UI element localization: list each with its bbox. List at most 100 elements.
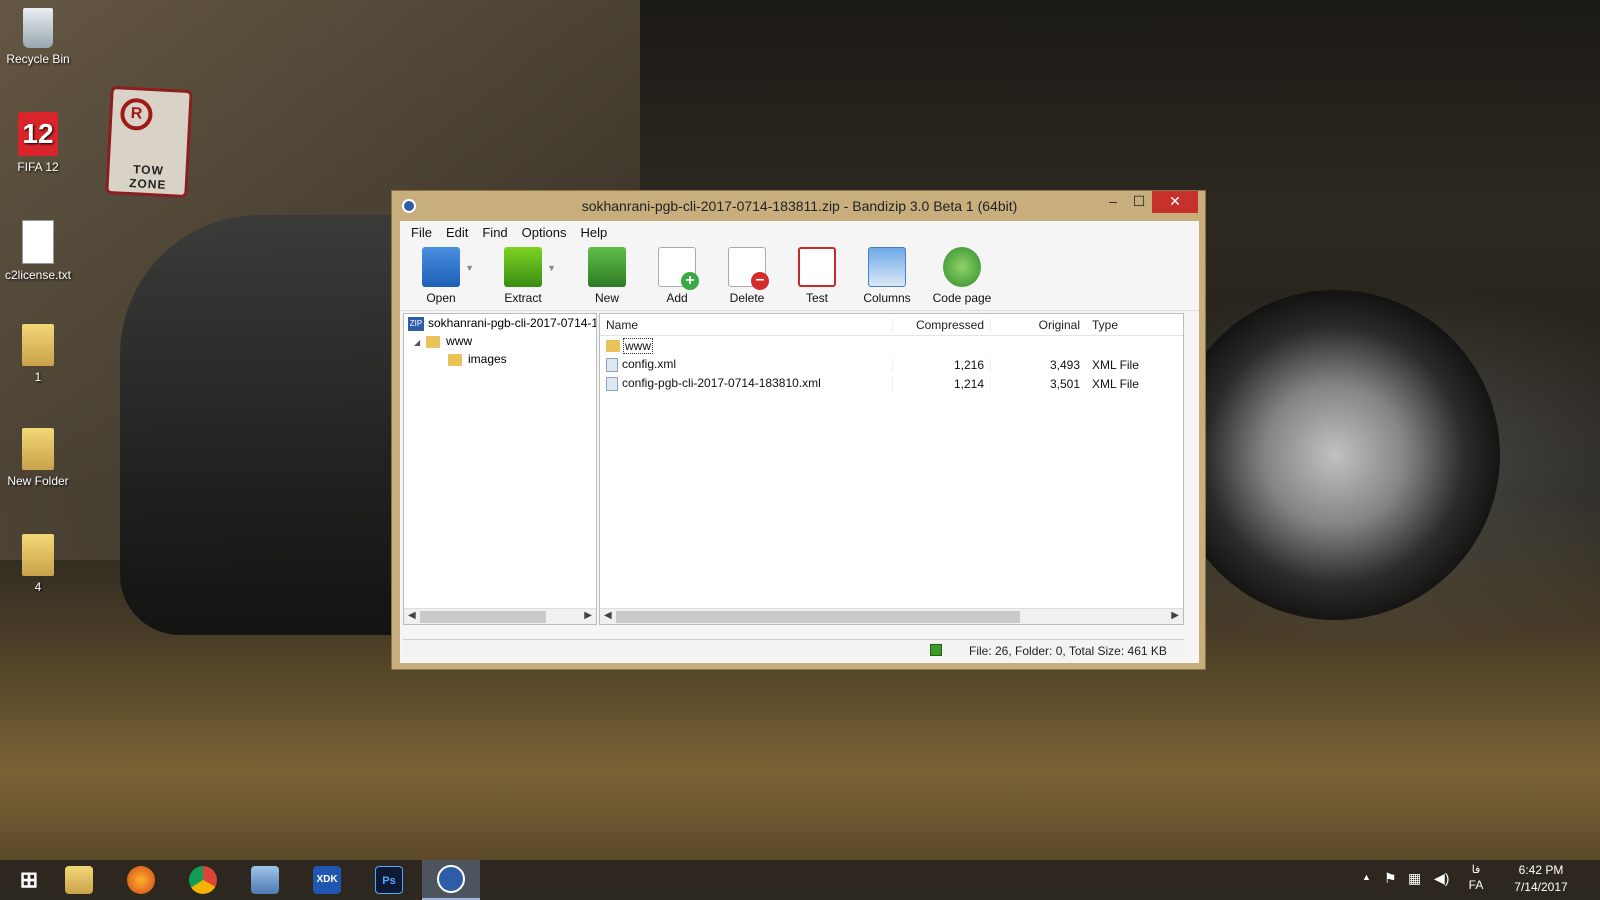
- column-header-compressed[interactable]: Compressed: [892, 317, 990, 332]
- columns-button[interactable]: Columns: [852, 245, 922, 305]
- title-bar[interactable]: sokhanrani-pgb-cli-2017-0714-183811.zip …: [392, 191, 1205, 223]
- menu-help[interactable]: Help: [573, 225, 614, 240]
- open-icon: ▼: [422, 247, 474, 287]
- tree-item-www[interactable]: ◢ www: [404, 332, 596, 350]
- tree-item-images[interactable]: images: [404, 350, 596, 368]
- desktop-icon-label: 1: [34, 370, 42, 384]
- tree-item-label: www: [446, 334, 473, 348]
- language-code: FA: [1468, 878, 1484, 892]
- taskbar-control-panel[interactable]: [236, 860, 294, 900]
- desktop-icon-fifa12[interactable]: 12 FIFA 12: [4, 112, 72, 174]
- column-header-name[interactable]: Name: [600, 318, 892, 332]
- code-page-button[interactable]: Code page: [922, 245, 1002, 305]
- taskbar: ⊞ XDK Ps ▲ ⚑ ▦ ◀) فا FA 6:42 PM 7/14/201…: [0, 860, 1600, 900]
- photoshop-icon: Ps: [375, 866, 403, 894]
- delete-button[interactable]: Delete: [712, 245, 782, 305]
- list-horizontal-scrollbar[interactable]: ◀ ▶: [600, 608, 1183, 624]
- file-compressed: 1,214: [892, 376, 990, 391]
- desktop-icon-label: Recycle Bin: [6, 52, 70, 66]
- toolbar-label: Open: [426, 291, 456, 305]
- list-header: Name Compressed Original Type: [600, 314, 1183, 336]
- new-archive-icon: [588, 247, 626, 287]
- taskbar-bandizip[interactable]: [422, 860, 480, 900]
- menu-bar: File Edit Find Options Help: [400, 221, 1199, 243]
- scroll-right-arrow-icon[interactable]: ▶: [584, 610, 592, 621]
- system-tray: ▲ ⚑ ▦ ◀) فا FA 6:42 PM 7/14/2017: [1360, 860, 1600, 900]
- tree-horizontal-scrollbar[interactable]: ◀ ▶: [404, 608, 596, 624]
- desktop-icon-new-folder[interactable]: New Folder: [4, 428, 72, 488]
- language-indicator[interactable]: فا FA: [1464, 863, 1488, 892]
- taskbar-file-explorer[interactable]: [50, 860, 108, 900]
- intel-xdk-icon: XDK: [313, 866, 341, 894]
- taskbar-photoshop[interactable]: Ps: [360, 860, 418, 900]
- dropdown-caret-icon[interactable]: ▼: [465, 263, 474, 273]
- status-bar: File: 26, Folder: 0, Total Size: 461 KB: [403, 639, 1184, 661]
- network-icon[interactable]: ▦: [1408, 870, 1421, 887]
- bandizip-window: sokhanrani-pgb-cli-2017-0714-183811.zip …: [391, 190, 1206, 670]
- volume-icon[interactable]: ◀): [1434, 870, 1449, 887]
- file-compressed: 1,216: [892, 357, 990, 372]
- add-button[interactable]: Add: [642, 245, 712, 305]
- new-button[interactable]: New: [572, 245, 642, 305]
- taskbar-chrome[interactable]: [174, 860, 232, 900]
- open-button[interactable]: ▼ Open: [406, 245, 476, 305]
- toolbar-label: Code page: [932, 291, 992, 305]
- bandizip-icon: [437, 865, 465, 893]
- tree-expander-icon[interactable]: ◢: [414, 338, 420, 347]
- file-original: 3,501: [990, 376, 1088, 391]
- folder-icon: [22, 428, 54, 470]
- list-row[interactable]: config-pgb-cli-2017-0714-183810.xml 1,21…: [600, 374, 1183, 393]
- desktop-icon-c2license[interactable]: c2license.txt: [4, 220, 72, 282]
- taskbar-intel-xdk[interactable]: XDK: [298, 860, 356, 900]
- file-list[interactable]: Name Compressed Original Type www config…: [599, 313, 1184, 625]
- test-button[interactable]: Test: [782, 245, 852, 305]
- list-row[interactable]: www: [600, 336, 1183, 355]
- scroll-left-arrow-icon[interactable]: ◀: [604, 610, 612, 621]
- tree-root-label: sokhanrani-pgb-cli-2017-0714-1: [428, 316, 596, 330]
- close-button[interactable]: ✕: [1152, 191, 1198, 213]
- toolbar-label: Columns: [863, 291, 911, 305]
- file-type: XML File: [1092, 357, 1139, 372]
- columns-icon: [868, 247, 906, 287]
- taskbar-firefox[interactable]: [112, 860, 170, 900]
- desktop-icon-recycle-bin[interactable]: Recycle Bin: [4, 8, 72, 66]
- folder-icon: [448, 353, 462, 366]
- folder-icon: [22, 534, 54, 576]
- dropdown-caret-icon[interactable]: ▼: [547, 263, 556, 273]
- toolbar: ▼ Open ▼ Extract New Add Delete Test: [400, 243, 1199, 311]
- wallpaper-floor: [0, 640, 1600, 860]
- clock-time: 6:42 PM: [1518, 863, 1564, 877]
- menu-edit[interactable]: Edit: [439, 225, 475, 240]
- chrome-icon: [189, 866, 217, 894]
- maximize-button[interactable]: ☐: [1126, 191, 1152, 213]
- test-icon: [798, 247, 836, 287]
- toolbar-label: New: [594, 291, 619, 305]
- fifa-icon: 12: [18, 112, 58, 156]
- minimize-button[interactable]: –: [1100, 191, 1126, 213]
- column-header-type[interactable]: Type: [1088, 318, 1178, 332]
- desktop-icon-folder-4[interactable]: 4: [4, 534, 72, 594]
- text-file-icon: [22, 220, 54, 264]
- clock[interactable]: 6:42 PM 7/14/2017: [1496, 863, 1586, 894]
- scroll-left-arrow-icon[interactable]: ◀: [408, 610, 416, 621]
- list-row[interactable]: config.xml 1,216 3,493 XML File: [600, 355, 1183, 374]
- scrollbar-thumb[interactable]: [616, 611, 1020, 623]
- action-center-flag-icon[interactable]: ⚑: [1384, 870, 1397, 887]
- tree-root[interactable]: ZIP sokhanrani-pgb-cli-2017-0714-1: [404, 314, 596, 332]
- column-header-original[interactable]: Original: [990, 317, 1088, 332]
- file-name: config.xml: [622, 357, 677, 372]
- recycle-bin-icon: [23, 8, 53, 48]
- xml-file-icon: [606, 376, 618, 391]
- show-hidden-icons-arrow[interactable]: ▲: [1362, 872, 1371, 882]
- menu-find[interactable]: Find: [475, 225, 514, 240]
- menu-options[interactable]: Options: [515, 225, 574, 240]
- menu-file[interactable]: File: [404, 225, 439, 240]
- scrollbar-thumb[interactable]: [420, 611, 546, 623]
- folder-tree[interactable]: ZIP sokhanrani-pgb-cli-2017-0714-1 ◢ www i…: [403, 313, 597, 625]
- file-type: XML File: [1092, 376, 1139, 391]
- wallpaper-tow-zone-sign: R TOW ZONE: [105, 85, 193, 199]
- extract-button[interactable]: ▼ Extract: [488, 245, 558, 305]
- scroll-right-arrow-icon[interactable]: ▶: [1171, 610, 1179, 621]
- archive-status-icon: [930, 644, 942, 656]
- desktop-icon-folder-1[interactable]: 1: [4, 324, 72, 384]
